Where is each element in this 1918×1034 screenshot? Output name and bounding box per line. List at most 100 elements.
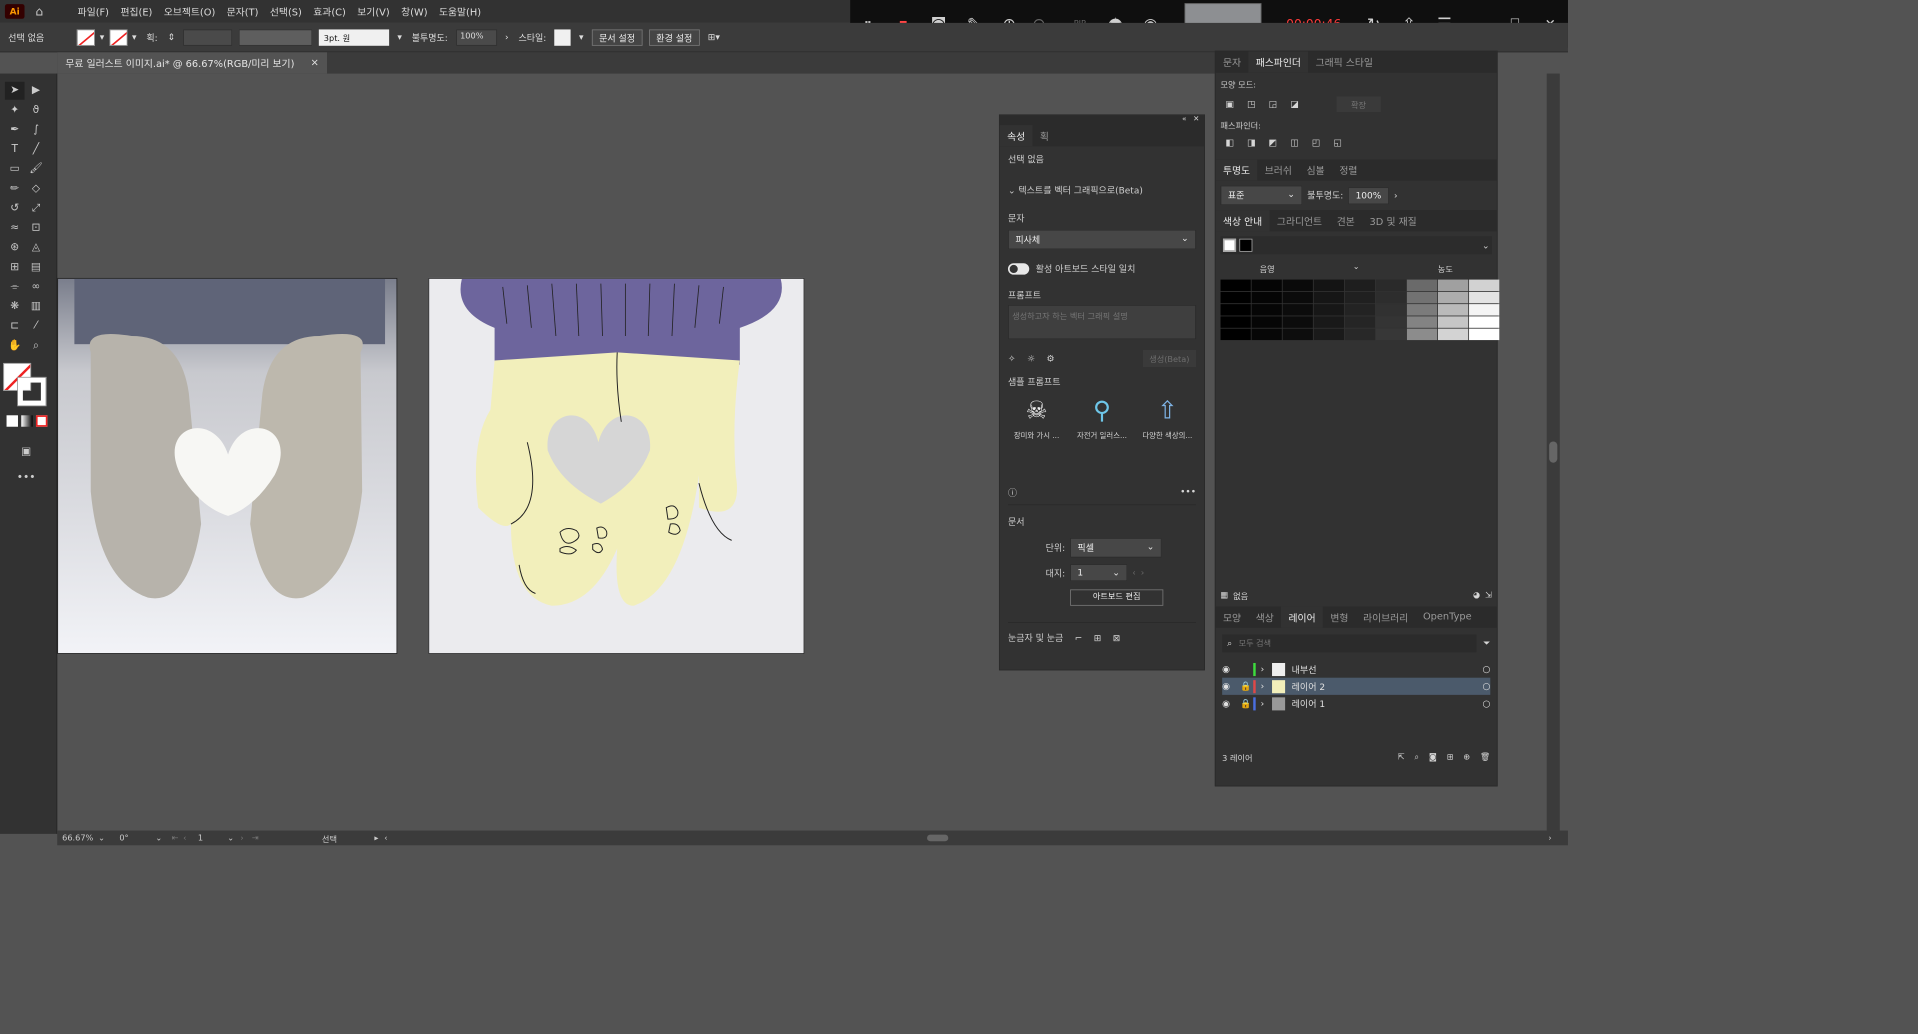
color-guide-swatch[interactable] — [1313, 304, 1344, 316]
menu-file[interactable]: 파일(F) — [72, 4, 115, 18]
layer-name[interactable]: 내부선 — [1292, 663, 1483, 676]
brush-definition[interactable]: 3pt. 원 — [318, 29, 390, 46]
color-guide-swatch[interactable] — [1469, 328, 1500, 341]
lock-icon[interactable]: 🔒 — [1240, 681, 1253, 692]
color-guide-swatch[interactable] — [1375, 291, 1407, 304]
color-guide-swatch[interactable] — [1437, 304, 1469, 316]
color-guide-swatch[interactable] — [1251, 316, 1282, 328]
units-dropdown[interactable]: 픽셀 ⌄ — [1070, 537, 1162, 558]
artboard-illustration[interactable] — [428, 277, 805, 654]
status-menu-arrow-icon[interactable]: ▸ — [374, 833, 384, 842]
paintbrush-icon[interactable]: 🖌 — [26, 160, 46, 178]
minus-front-icon[interactable]: ◳ — [1247, 99, 1256, 110]
color-guide-swatch[interactable] — [1344, 328, 1376, 341]
scale-tool-icon[interactable]: ⤢ — [26, 199, 46, 217]
expand-chevron-icon[interactable]: › — [1261, 681, 1272, 692]
gear-icon[interactable]: ⚙ — [1046, 353, 1054, 364]
layer-row[interactable]: ◉ › 내부선 ○ — [1222, 661, 1490, 678]
artboard-photo[interactable] — [57, 277, 398, 654]
line-tool-icon[interactable]: ╱ — [26, 141, 46, 159]
graph-tool-icon[interactable]: ▥ — [26, 298, 46, 316]
color-guide-swatch[interactable] — [1375, 328, 1407, 341]
layer-search[interactable]: ⌕ — [1222, 634, 1477, 653]
selection-tool-icon[interactable]: ➤ — [4, 81, 25, 100]
color-guide-swatch[interactable] — [1251, 304, 1282, 316]
color-guide-swatch[interactable] — [1437, 316, 1469, 328]
lock-icon[interactable]: 🔒 — [1240, 698, 1253, 709]
fill-dropdown-icon[interactable]: ▾ — [100, 32, 105, 43]
tab-graphic-styles[interactable]: 그래픽 스타일 — [1308, 52, 1380, 73]
home-icon[interactable]: ⌂ — [31, 4, 47, 19]
tab-appearance[interactable]: 모양 — [1216, 607, 1249, 628]
color-guide-swatch[interactable] — [1251, 279, 1282, 292]
text-to-vector-header[interactable]: ⌄ 텍스트를 벡터 그래픽으로(Beta) — [1008, 184, 1196, 197]
tab-color[interactable]: 색상 — [1248, 607, 1281, 628]
hand-tool-icon[interactable]: ✋ — [5, 337, 25, 355]
artboard-tool-icon[interactable]: ⊏ — [5, 317, 25, 335]
transparency-opacity-field[interactable]: 100% — [1348, 186, 1390, 204]
crop-icon[interactable]: ◫ — [1290, 137, 1299, 148]
trim-icon[interactable]: ◨ — [1247, 137, 1256, 148]
next-artboard-icon[interactable]: › — [240, 833, 251, 842]
color-guide-swatch[interactable] — [1220, 316, 1251, 328]
zoom-tool-icon[interactable]: ⌕ — [26, 337, 46, 355]
style-match-toggle[interactable] — [1007, 263, 1030, 275]
style-dropdown-icon[interactable]: ▾ — [579, 32, 584, 43]
color-mode-icon[interactable] — [6, 415, 18, 427]
sample-bicycle[interactable]: ⚲ 자전거 일러스... — [1073, 396, 1130, 440]
tab-opentype[interactable]: OpenType — [1416, 607, 1479, 628]
tab-brushes[interactable]: 브러쉬 — [1257, 159, 1299, 180]
gradient-mode-icon[interactable] — [21, 415, 33, 427]
opacity-arrow-icon[interactable]: › — [505, 32, 509, 43]
curvature-tool-icon[interactable]: ∫ — [26, 121, 46, 139]
none-mode-icon[interactable] — [35, 415, 48, 427]
swatch-library-icon[interactable]: ▦ — [1221, 591, 1229, 600]
lightbulb-icon[interactable]: ☼ — [1027, 353, 1035, 364]
locate-object-icon[interactable]: ⌕ — [1414, 753, 1419, 762]
close-tab-icon[interactable]: × — [311, 56, 319, 69]
stroke-box[interactable] — [17, 376, 47, 407]
zoom-dropdown-icon[interactable]: ⌄ — [98, 833, 114, 842]
arrange-icon[interactable]: ⊞▾ — [708, 32, 720, 43]
blend-tool-icon[interactable]: ∞ — [26, 278, 46, 296]
style-swatch[interactable] — [554, 29, 571, 46]
variable-width-field[interactable] — [238, 29, 313, 46]
artboard-dropdown[interactable]: 1 ⌄ — [1070, 564, 1128, 582]
color-guide-swatch[interactable] — [1375, 304, 1407, 316]
color-guide-swatch[interactable] — [1344, 304, 1376, 316]
color-guide-swatch[interactable] — [1282, 291, 1313, 304]
visibility-eye-icon[interactable]: ◉ — [1222, 698, 1240, 709]
color-guide-swatch[interactable] — [1375, 316, 1407, 328]
divide-icon[interactable]: ◧ — [1225, 137, 1234, 148]
edit-colors-icon[interactable]: ◕ — [1473, 591, 1480, 600]
tab-swatches[interactable]: 견본 — [1329, 210, 1362, 231]
stroke-weight-field[interactable] — [183, 29, 233, 46]
fill-swatch[interactable] — [76, 29, 95, 46]
artboard-number-field[interactable]: 1 — [195, 833, 228, 842]
shape-builder-icon[interactable]: ⊛ — [5, 239, 25, 257]
tab-3d-materials[interactable]: 3D 및 재질 — [1362, 210, 1424, 231]
blend-mode-dropdown[interactable]: 표준 ⌄ — [1220, 185, 1303, 206]
layer-name[interactable]: 레이어 2 — [1292, 680, 1483, 693]
expand-button[interactable]: 확장 — [1336, 96, 1381, 112]
warp-tool-icon[interactable]: ≈ — [5, 219, 25, 237]
tab-libraries[interactable]: 라이브러리 — [1356, 607, 1416, 628]
tab-transparency[interactable]: 투명도 — [1215, 159, 1258, 181]
tab-stroke[interactable]: 획 — [1033, 125, 1057, 146]
fill-stroke-widget[interactable] — [3, 362, 49, 409]
opacity-field[interactable]: 100% — [456, 29, 497, 46]
sample-rocket[interactable]: ⇧ 다양한 색상의... — [1139, 396, 1196, 440]
opacity-arrow-icon[interactable]: › — [1394, 190, 1398, 201]
more-options-icon[interactable]: ••• — [1180, 486, 1196, 499]
color-guide-swatch[interactable] — [1469, 279, 1500, 292]
free-transform-icon[interactable]: ⊡ — [26, 219, 46, 237]
ruler-icon[interactable]: ⌐ — [1075, 632, 1083, 643]
rotate-dropdown-icon[interactable]: ⌄ — [155, 833, 171, 842]
artboard-dropdown-icon[interactable]: ⌄ — [227, 833, 240, 842]
tab-pathfinder[interactable]: 패스파인더 — [1248, 51, 1309, 73]
target-circle-icon[interactable]: ○ — [1482, 681, 1490, 692]
color-guide-swatch[interactable] — [1220, 279, 1251, 292]
tab-color-guide[interactable]: 색상 안내 — [1215, 210, 1270, 232]
filter-icon[interactable]: ⏷ — [1483, 638, 1490, 649]
next-artboard-icon[interactable]: › — [1141, 567, 1145, 578]
